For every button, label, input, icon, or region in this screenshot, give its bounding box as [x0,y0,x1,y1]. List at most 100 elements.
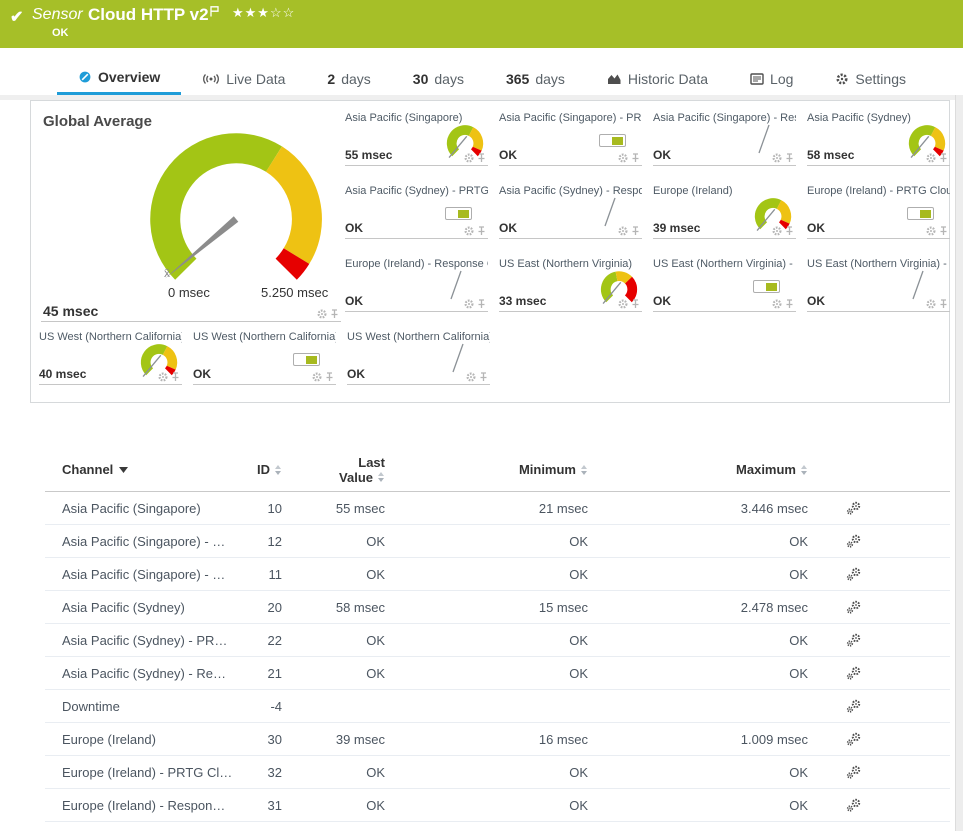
channel-gear-icon[interactable] [772,153,782,163]
channel-gauge-tile[interactable]: Asia Pacific (Singapore) 55 msec [345,112,488,166]
channel-gear-icon[interactable] [772,299,782,309]
gauges-panel: Global Average x̄ 0 msec 5.250 msec 45 m… [30,100,950,403]
pin-icon[interactable] [631,299,640,309]
tab-historic-data[interactable]: Historic Data [586,62,729,95]
sort-icon [801,464,807,475]
pin-icon[interactable] [785,153,794,163]
channel-gear-icon[interactable] [618,153,628,163]
channel-gauge-tile[interactable]: US West (Northern California)… OK [347,331,490,385]
cell-channel[interactable]: Europe (Ireland) - Respon… [62,798,252,813]
channel-settings-icon[interactable] [846,699,862,713]
pin-icon[interactable] [939,153,948,163]
channel-gear-icon[interactable] [926,153,936,163]
channel-gear-icon[interactable] [464,153,474,163]
channel-settings-icon[interactable] [846,666,862,680]
pin-icon[interactable] [785,226,794,236]
pin-icon[interactable] [325,372,334,382]
cell-channel[interactable]: Asia Pacific (Singapore) [62,501,252,516]
cell-minimum: OK [569,665,588,681]
channel-gear-icon[interactable] [772,226,782,236]
channel-gauge-tile[interactable]: Europe (Ireland) 39 msec [653,185,796,239]
cell-id: 20 [267,599,282,615]
sort-icon [275,464,281,475]
cell-id: 12 [267,533,282,549]
table-row: Europe (Ireland) 30 39 msec 16 msec 1.00… [45,723,950,756]
channel-gauge-tile[interactable]: Asia Pacific (Singapore) - PR… OK [499,112,642,166]
channel-settings-icon[interactable] [846,501,862,515]
cell-channel[interactable]: Downtime [62,699,252,714]
status-check-icon: ✔ [10,9,24,26]
pin-icon[interactable] [631,153,640,163]
column-header-maximum[interactable]: Maximum [588,462,808,477]
tab-number: 365 [505,70,530,87]
channel-gauge-tile[interactable]: Asia Pacific (Sydney) - PRTG … OK [345,185,488,239]
channel-gauge-tile[interactable]: Asia Pacific (Singapore) - Res… OK [653,112,796,166]
channel-gear-icon[interactable] [464,299,474,309]
cell-channel[interactable]: Asia Pacific (Sydney) - PR… [62,633,252,648]
pin-icon[interactable] [477,153,486,163]
column-header-id[interactable]: ID [252,462,282,477]
channel-gear-icon[interactable] [158,372,168,382]
pin-icon[interactable] [631,226,640,236]
channel-gear-icon[interactable] [618,299,628,309]
channel-settings-icon[interactable] [846,765,862,779]
tab-2-days[interactable]: 2 days [306,62,391,95]
pin-icon[interactable] [330,309,339,319]
channel-gear-icon[interactable] [618,226,628,236]
tab-settings[interactable]: Settings [814,62,927,95]
pin-icon[interactable] [477,299,486,309]
channel-gear-icon[interactable] [466,372,476,382]
tile-title: Asia Pacific (Singapore) - Res… [653,112,796,124]
tab-overview[interactable]: Overview [57,62,182,95]
tab-label: Historic Data [627,70,709,87]
cell-channel[interactable]: Europe (Ireland) [62,732,252,747]
pin-icon[interactable] [479,372,488,382]
ok-toggle-indicator [599,134,626,147]
column-header-last-value[interactable]: Last Value [282,455,385,485]
channel-settings-icon[interactable] [846,567,862,581]
channel-gear-icon[interactable] [926,226,936,236]
pin-icon[interactable] [171,372,180,382]
channel-gauge-tile[interactable]: US West (Northern California)… OK [193,331,336,385]
flag-icon[interactable] [210,4,219,22]
channel-gauge-tile[interactable]: US East (Northern Virginia) 33 msec [499,258,642,312]
channel-gauge-tile[interactable]: Europe (Ireland) - PRTG Cloud… OK [807,185,950,239]
cell-channel[interactable]: Asia Pacific (Sydney) - Re… [62,666,252,681]
column-header-minimum[interactable]: Minimum [385,462,588,477]
cell-channel[interactable]: Asia Pacific (Singapore) - … [62,534,252,549]
channel-gear-icon[interactable] [464,226,474,236]
tile-title: Europe (Ireland) - Response C… [345,258,488,270]
channel-gear-icon[interactable] [926,299,936,309]
pin-icon[interactable] [785,299,794,309]
tab-label: Log [770,70,794,87]
channel-gauge-tile[interactable]: US East (Northern Virginia) - … OK [807,258,950,312]
channel-settings-icon[interactable] [846,534,862,548]
priority-stars[interactable]: ★★★☆☆ [232,5,295,21]
channel-gauge-tile[interactable]: Europe (Ireland) - Response C… OK [345,258,488,312]
channel-gauge-tile[interactable]: US West (Northern California) 40 msec [39,331,182,385]
channel-settings-icon[interactable] [846,600,862,614]
tab-log[interactable]: Log [729,62,814,95]
cell-channel[interactable]: Europe (Ireland) - PRTG Cl… [62,765,252,780]
channel-gear-icon[interactable] [312,372,322,382]
channel-gauge-tile[interactable]: US East (Northern Virginia) - … OK [653,258,796,312]
pin-icon[interactable] [939,299,948,309]
channel-settings-icon[interactable] [846,798,862,812]
tab-365-days[interactable]: 365 days [485,62,586,95]
channel-gear-icon[interactable] [317,309,327,319]
cell-channel[interactable]: Asia Pacific (Singapore) - … [62,567,252,582]
channel-gauge-tile[interactable]: Asia Pacific (Sydney) 58 msec [807,112,950,166]
channel-settings-icon[interactable] [846,633,862,647]
pin-icon[interactable] [939,226,948,236]
pin-icon[interactable] [477,226,486,236]
main-gauge-tile[interactable]: Global Average x̄ 0 msec 5.250 msec 45 m… [41,109,341,322]
channel-gauge-tile[interactable]: Asia Pacific (Sydney) - Respo… OK [499,185,642,239]
cell-id: -4 [270,698,282,714]
tab-live-data[interactable]: Live Data [181,62,306,95]
tile-value: 39 msec [653,221,701,235]
table-row: Asia Pacific (Sydney) - Re… 21 OK OK OK [45,657,950,690]
column-header-channel[interactable]: Channel [62,462,252,477]
cell-channel[interactable]: Asia Pacific (Sydney) [62,600,252,615]
tab-30-days[interactable]: 30 days [392,62,485,95]
channel-settings-icon[interactable] [846,732,862,746]
